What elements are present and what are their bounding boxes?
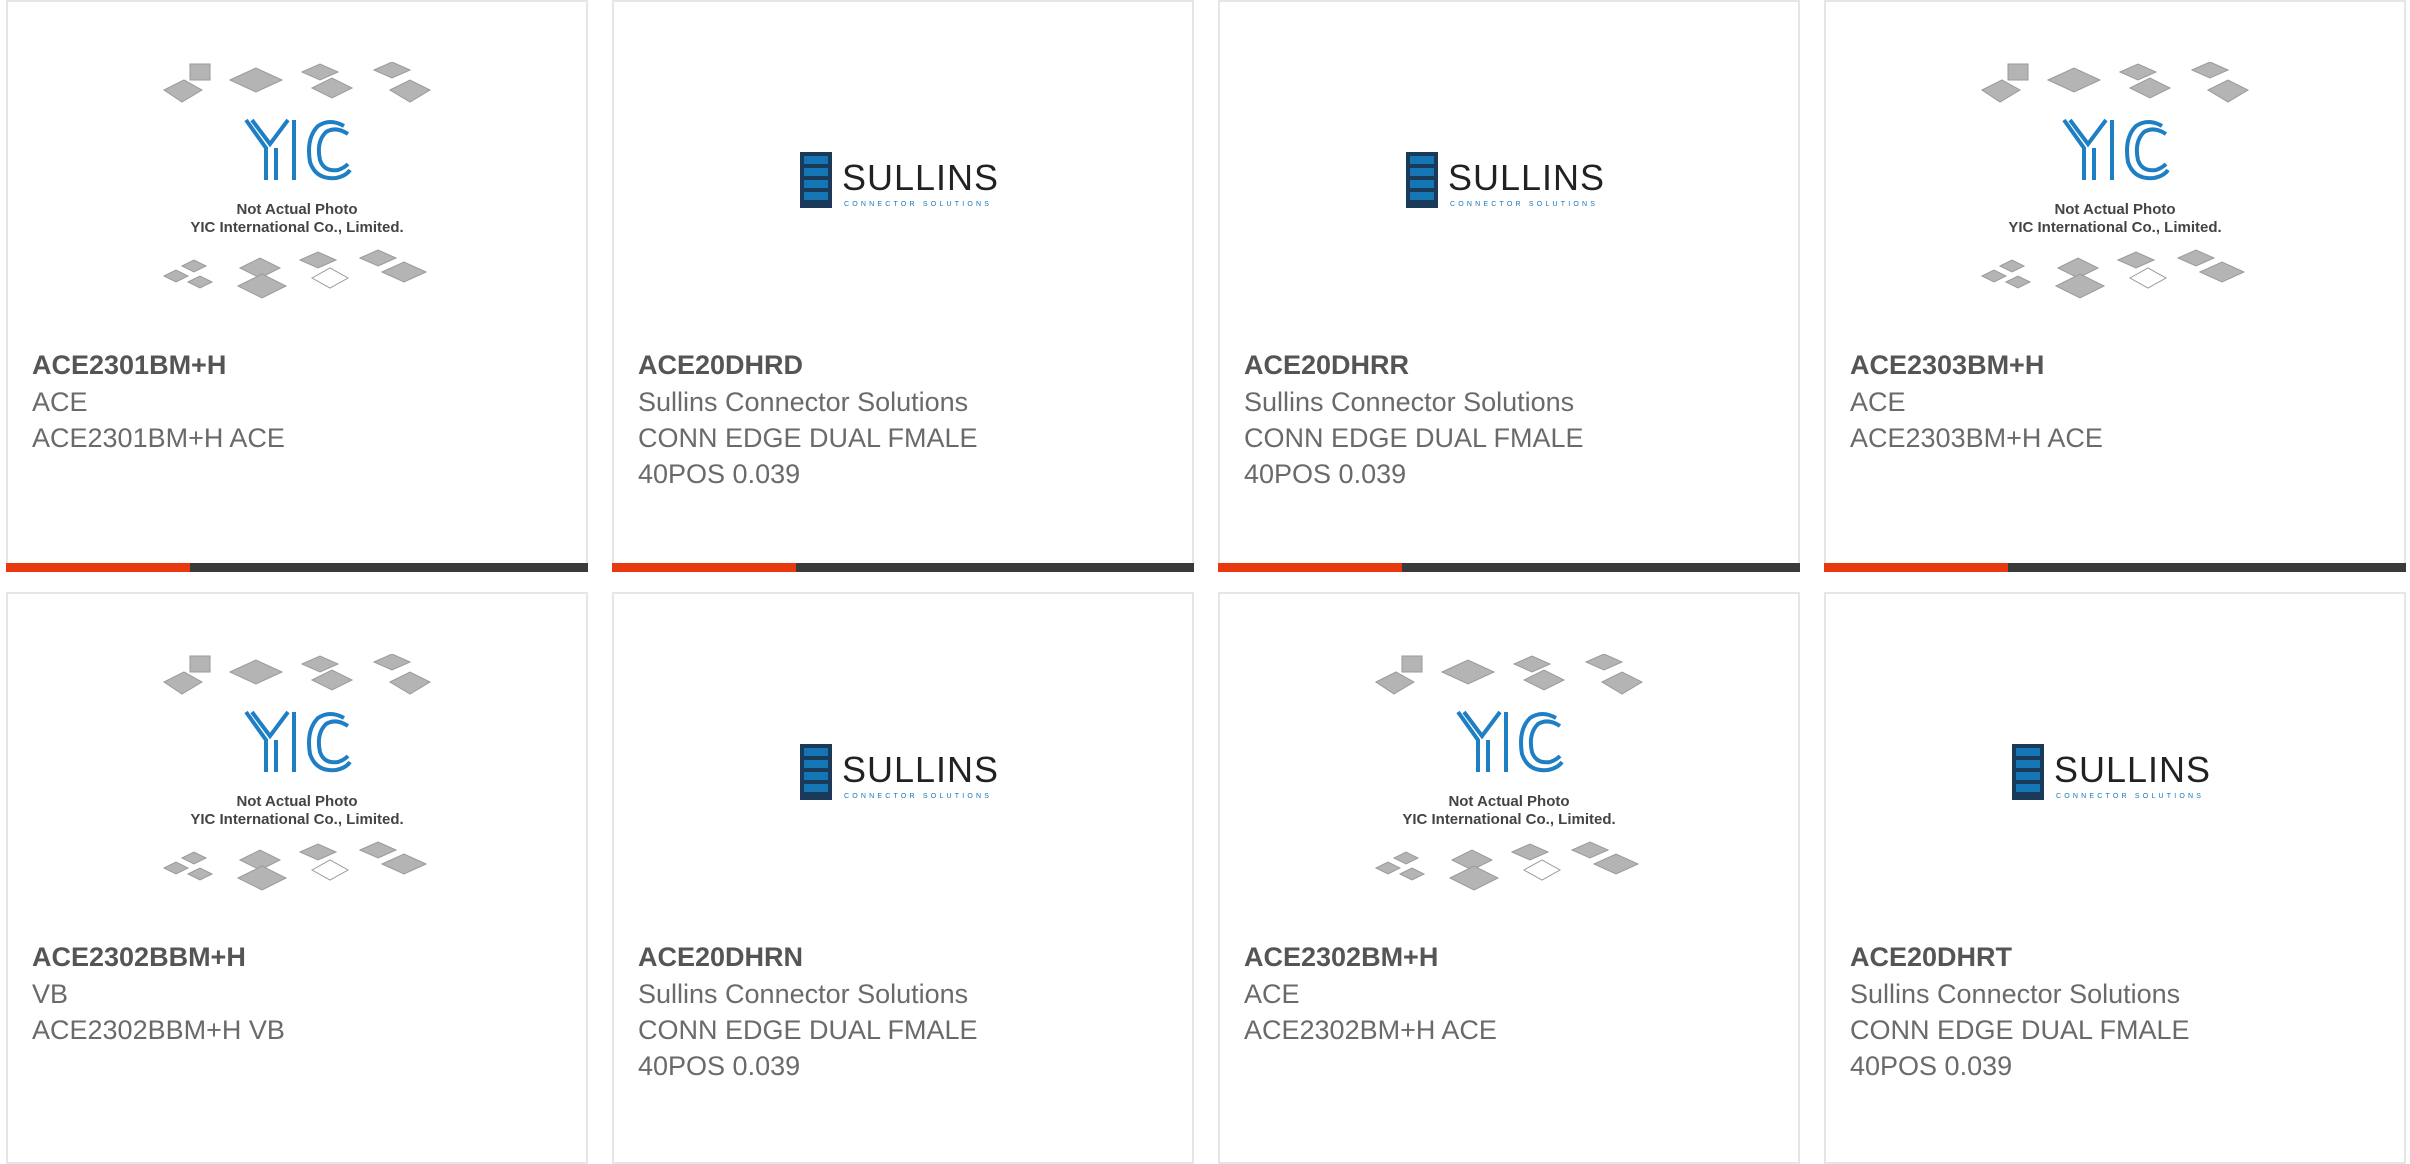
- card-accent-bar: [6, 563, 190, 572]
- card-bottom-bar: [1824, 563, 2406, 572]
- part-number-link[interactable]: ACE20DHRR: [1244, 346, 1774, 384]
- yic-placeholder-image: Not Actual Photo YIC International Co., …: [1980, 62, 2250, 337]
- product-description: ACE2301BM+H ACE: [32, 423, 285, 453]
- yic-caption-line2: YIC International Co., Limited.: [1402, 811, 1615, 828]
- sullins-wordmark: SULLINS: [842, 749, 999, 790]
- product-info: ACE20DHRT Sullins Connector Solutions CONN…: [1850, 938, 2380, 1084]
- yic-caption-line1: Not Actual Photo: [236, 793, 357, 810]
- product-image[interactable]: SULLINS CONNECTOR SOLUTIONS: [614, 62, 1192, 337]
- product-description: CONN EDGE DUAL FMALE: [638, 423, 978, 453]
- sullins-tagline: CONNECTOR SOLUTIONS: [844, 793, 992, 800]
- manufacturer-name: Sullins Connector Solutions: [1850, 979, 2181, 1009]
- product-description: ACE2302BBM+H VB: [32, 1015, 285, 1045]
- manufacturer-name: Sullins Connector Solutions: [638, 387, 969, 417]
- manufacturer-name: VB: [32, 979, 69, 1009]
- product-description: ACE2302BM+H ACE: [1244, 1015, 1497, 1045]
- product-image[interactable]: Not Actual Photo YIC International Co., …: [8, 62, 586, 337]
- product-info: ACE2301BM+H ACE ACE2301BM+H ACE: [32, 346, 562, 456]
- part-number-link[interactable]: ACE2302BBM+H: [32, 938, 562, 976]
- product-image[interactable]: SULLINS CONNECTOR SOLUTIONS: [1826, 654, 2404, 929]
- part-number-link[interactable]: ACE2303BM+H: [1850, 346, 2380, 384]
- product-description: 40POS 0.039: [1244, 459, 1407, 489]
- product-card[interactable]: SULLINS CONNECTOR SOLUTIONS ACE20DHRR Sul…: [1218, 0, 1800, 572]
- manufacturer-name: ACE: [1244, 979, 1300, 1009]
- yic-placeholder-image: Not Actual Photo YIC International Co., …: [1374, 654, 1644, 929]
- sullins-tagline: CONNECTOR SOLUTIONS: [1450, 201, 1598, 208]
- product-description: 40POS 0.039: [1850, 1051, 2013, 1081]
- product-description: CONN EDGE DUAL FMALE: [1244, 423, 1584, 453]
- sullins-logo: SULLINS CONNECTOR SOLUTIONS: [2010, 654, 2220, 929]
- part-number-link[interactable]: ACE20DHRN: [638, 938, 1168, 976]
- product-info: ACE2303BM+H ACE ACE2303BM+H ACE: [1850, 346, 2380, 456]
- product-card[interactable]: Not Actual Photo YIC International Co., …: [6, 592, 588, 1164]
- product-image[interactable]: Not Actual Photo YIC International Co., …: [8, 654, 586, 929]
- product-card[interactable]: Not Actual Photo YIC International Co., …: [6, 0, 588, 572]
- product-info: ACE20DHRD Sullins Connector Solutions CONN…: [638, 346, 1168, 492]
- manufacturer-name: Sullins Connector Solutions: [1244, 387, 1575, 417]
- yic-caption-line1: Not Actual Photo: [1448, 793, 1569, 810]
- yic-caption-line2: YIC International Co., Limited.: [190, 219, 403, 236]
- manufacturer-name: ACE: [32, 387, 88, 417]
- card-accent-bar: [612, 563, 796, 572]
- product-description: ACE2303BM+H ACE: [1850, 423, 2103, 453]
- product-card[interactable]: Not Actual Photo YIC International Co., …: [1218, 592, 1800, 1164]
- product-card[interactable]: Not Actual Photo YIC International Co., …: [1824, 0, 2406, 572]
- sullins-tagline: CONNECTOR SOLUTIONS: [2056, 793, 2204, 800]
- product-card[interactable]: SULLINS CONNECTOR SOLUTIONS ACE20DHRN Sul…: [612, 592, 1194, 1164]
- product-image[interactable]: SULLINS CONNECTOR SOLUTIONS: [1220, 62, 1798, 337]
- sullins-tagline: CONNECTOR SOLUTIONS: [844, 201, 992, 208]
- product-info: ACE2302BBM+H VB ACE2302BBM+H VB: [32, 938, 562, 1048]
- yic-caption-line1: Not Actual Photo: [236, 201, 357, 218]
- sullins-logo: SULLINS CONNECTOR SOLUTIONS: [798, 62, 1008, 337]
- product-card[interactable]: SULLINS CONNECTOR SOLUTIONS ACE20DHRD Sul…: [612, 0, 1194, 572]
- manufacturer-name: Sullins Connector Solutions: [638, 979, 969, 1009]
- part-number-link[interactable]: ACE2301BM+H: [32, 346, 562, 384]
- part-number-link[interactable]: ACE2302BM+H: [1244, 938, 1774, 976]
- yic-caption-line1: Not Actual Photo: [2054, 201, 2175, 218]
- product-info: ACE2302BM+H ACE ACE2302BM+H ACE: [1244, 938, 1774, 1048]
- product-description: 40POS 0.039: [638, 1051, 801, 1081]
- product-description: CONN EDGE DUAL FMALE: [638, 1015, 978, 1045]
- manufacturer-name: ACE: [1850, 387, 1906, 417]
- sullins-logo: SULLINS CONNECTOR SOLUTIONS: [1404, 62, 1614, 337]
- product-info: ACE20DHRR Sullins Connector Solutions CONN…: [1244, 346, 1774, 492]
- product-image[interactable]: Not Actual Photo YIC International Co., …: [1220, 654, 1798, 929]
- product-info: ACE20DHRN Sullins Connector Solutions CONN…: [638, 938, 1168, 1084]
- card-bottom-bar: [6, 563, 588, 572]
- product-grid: Not Actual Photo YIC International Co., …: [6, 0, 2406, 1164]
- product-card[interactable]: SULLINS CONNECTOR SOLUTIONS ACE20DHRT Sul…: [1824, 592, 2406, 1164]
- sullins-logo: SULLINS CONNECTOR SOLUTIONS: [798, 654, 1008, 929]
- product-image[interactable]: Not Actual Photo YIC International Co., …: [1826, 62, 2404, 337]
- yic-caption-line2: YIC International Co., Limited.: [190, 811, 403, 828]
- sullins-wordmark: SULLINS: [842, 157, 999, 198]
- sullins-wordmark: SULLINS: [1448, 157, 1605, 198]
- card-bottom-bar: [1218, 563, 1800, 572]
- product-description: CONN EDGE DUAL FMALE: [1850, 1015, 2190, 1045]
- card-bottom-bar: [612, 563, 1194, 572]
- sullins-wordmark: SULLINS: [2054, 749, 2211, 790]
- card-accent-bar: [1218, 563, 1402, 572]
- part-number-link[interactable]: ACE20DHRT: [1850, 938, 2380, 976]
- yic-placeholder-image: Not Actual Photo YIC International Co., …: [162, 62, 432, 337]
- part-number-link[interactable]: ACE20DHRD: [638, 346, 1168, 384]
- card-accent-bar: [1824, 563, 2008, 572]
- yic-placeholder-image: Not Actual Photo YIC International Co., …: [162, 654, 432, 929]
- product-description: 40POS 0.039: [638, 459, 801, 489]
- yic-caption-line2: YIC International Co., Limited.: [2008, 219, 2221, 236]
- product-image[interactable]: SULLINS CONNECTOR SOLUTIONS: [614, 654, 1192, 929]
